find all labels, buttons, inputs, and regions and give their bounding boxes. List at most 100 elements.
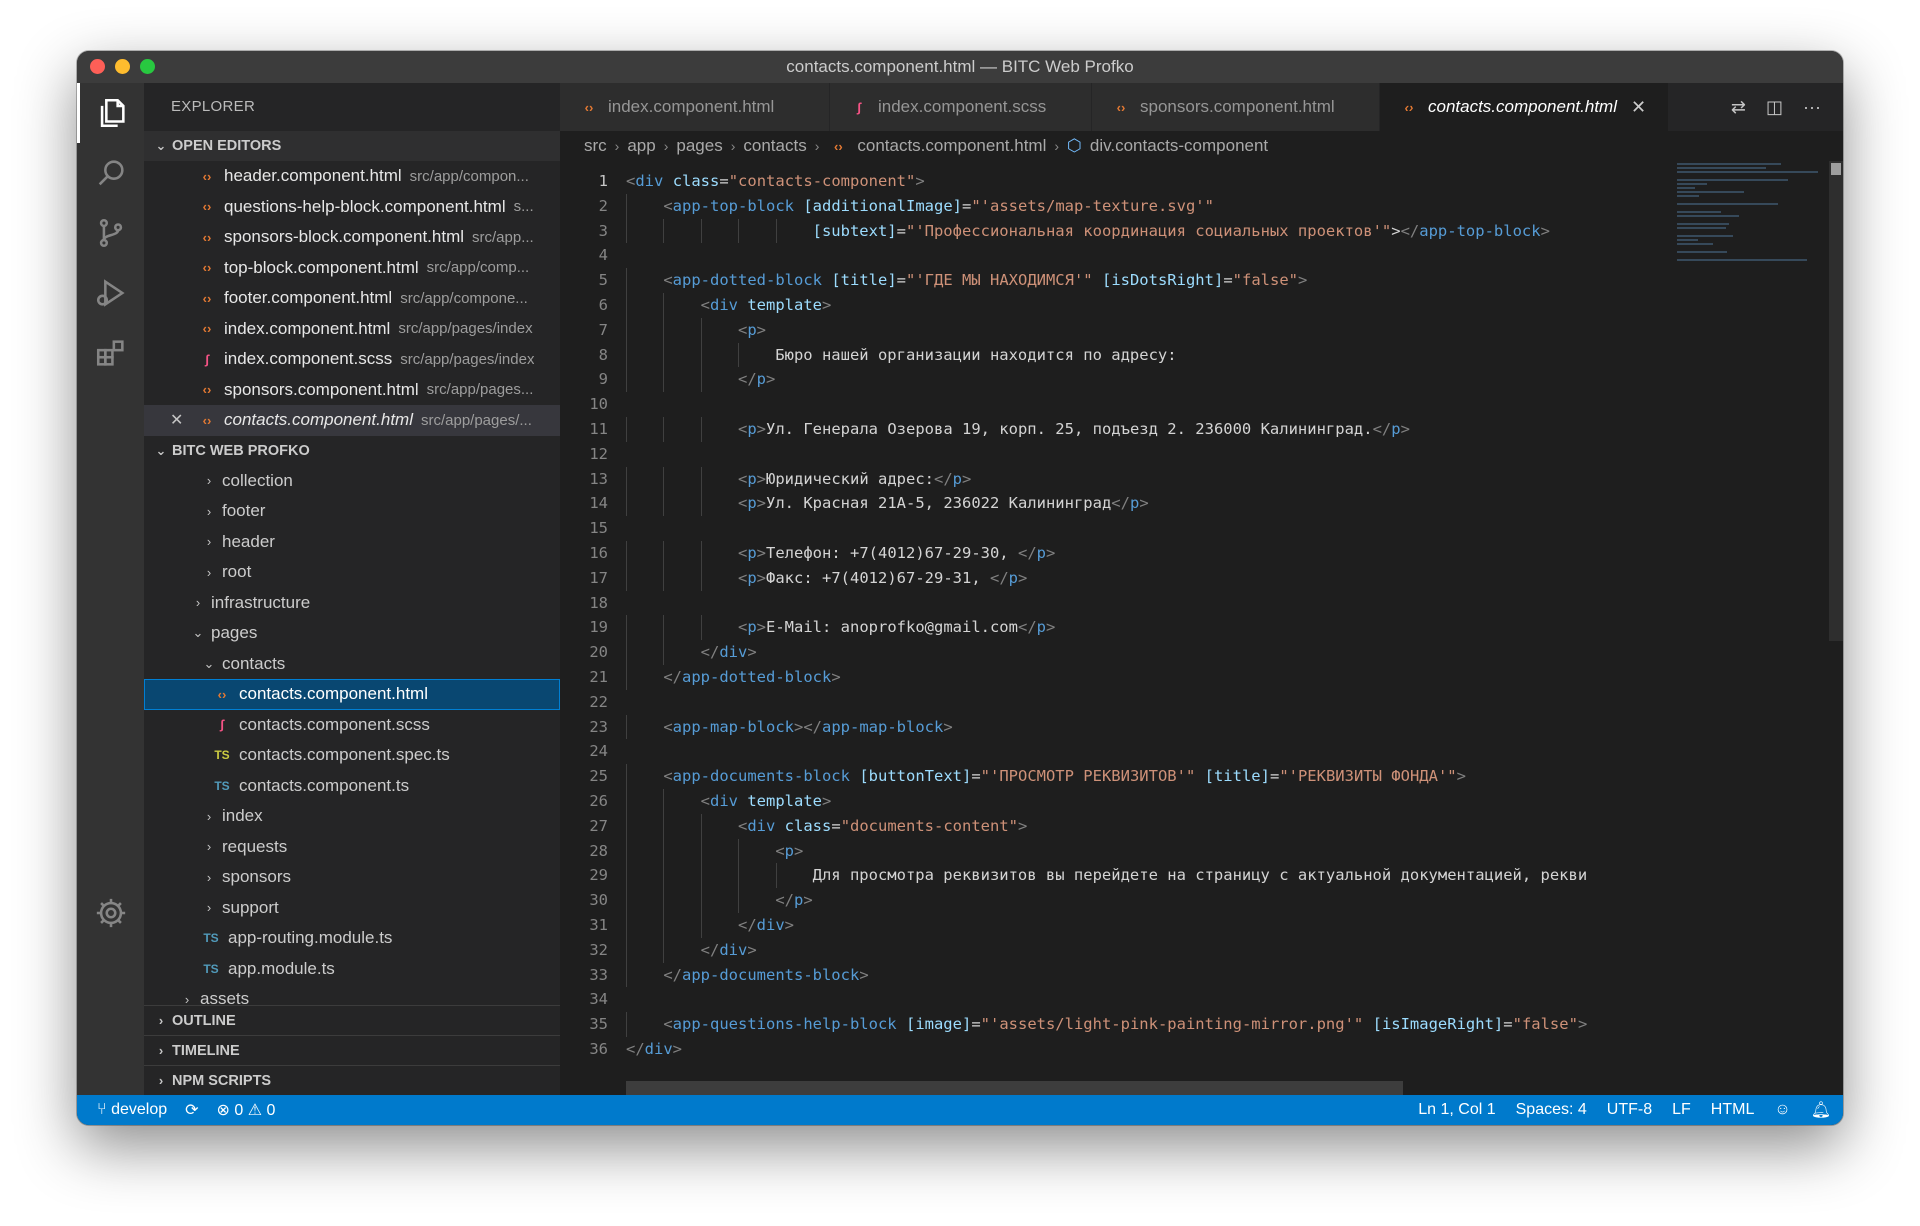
breadcrumb-item[interactable]: div.contacts-component xyxy=(1090,136,1268,156)
feedback-icon[interactable]: ☺ xyxy=(1774,1101,1790,1119)
code-line[interactable]: </div> xyxy=(626,1037,1673,1062)
code-line[interactable]: <div class="contacts-component"> xyxy=(626,169,1673,194)
close-icon[interactable]: ✕ xyxy=(170,410,183,430)
tree-file-contacts-ts[interactable]: TS contacts.component.ts xyxy=(144,771,560,802)
code-line[interactable]: <div class="documents-content"> xyxy=(626,813,1673,839)
close-tab-icon[interactable]: ✕ xyxy=(1631,97,1646,118)
tab-index-html[interactable]: ‹› index.component.html xyxy=(560,83,830,131)
cursor-position[interactable]: Ln 1, Col 1 xyxy=(1418,1101,1495,1119)
code-line[interactable] xyxy=(626,739,1673,764)
tree-folder-footer[interactable]: › footer xyxy=(144,496,560,527)
vertical-scrollbar[interactable] xyxy=(1829,161,1843,641)
code-line[interactable]: <p>E-Mail: anoprofko@gmail.com</p> xyxy=(626,615,1673,641)
branch-indicator[interactable]: ⑂ develop xyxy=(97,1101,167,1119)
code-line[interactable]: </div> xyxy=(626,937,1673,963)
encoding[interactable]: UTF-8 xyxy=(1607,1101,1652,1119)
breadcrumb-item[interactable]: src xyxy=(584,136,607,156)
breadcrumb-item[interactable]: contacts.component.html xyxy=(857,136,1046,156)
code-line[interactable]: </div> xyxy=(626,912,1673,938)
source-control-icon[interactable] xyxy=(77,203,144,263)
minimap[interactable] xyxy=(1677,161,1825,271)
problems-indicator[interactable]: ⊗ 0 ⚠ 0 xyxy=(217,1100,276,1120)
tree-file-app-module[interactable]: TS app.module.ts xyxy=(144,954,560,985)
breadcrumb-item[interactable]: contacts xyxy=(743,136,806,156)
horizontal-scrollbar[interactable] xyxy=(626,1081,1403,1095)
more-actions-icon[interactable]: ··· xyxy=(1803,97,1821,118)
open-editor-item[interactable]: ‹› footer.component.html src/app/compone… xyxy=(144,283,560,314)
timeline-section-header[interactable]: › TIMELINE xyxy=(144,1035,560,1065)
breadcrumb-item[interactable]: pages xyxy=(676,136,722,156)
project-folder-header[interactable]: ⌄ BITC WEB PROFKO xyxy=(144,436,560,466)
language-mode[interactable]: HTML xyxy=(1711,1101,1755,1119)
npm-scripts-section-header[interactable]: › NPM SCRIPTS xyxy=(144,1065,560,1095)
code-line[interactable] xyxy=(626,987,1673,1012)
gear-icon[interactable] xyxy=(77,883,144,943)
open-editor-item[interactable]: ‹› questions-help-block.component.html s… xyxy=(144,192,560,223)
open-editor-item[interactable]: ‹› sponsors-block.component.html src/app… xyxy=(144,222,560,253)
tree-file-contacts-html[interactable]: ‹› contacts.component.html xyxy=(144,679,560,710)
code-line[interactable]: <p>Телефон: +7(4012)67-29-30, </p> xyxy=(626,540,1673,566)
tree-folder-index[interactable]: › index xyxy=(144,801,560,832)
tree-folder-support[interactable]: › support xyxy=(144,893,560,924)
code-line[interactable]: <app-questions-help-block [image]="'asse… xyxy=(626,1012,1673,1037)
open-editor-item-active[interactable]: ✕ ‹› contacts.component.html src/app/pag… xyxy=(144,405,560,436)
tree-folder-requests[interactable]: › requests xyxy=(144,832,560,863)
minimize-window-button[interactable] xyxy=(115,59,130,74)
sync-icon[interactable]: ⟳ xyxy=(185,1100,198,1120)
code-line[interactable] xyxy=(626,591,1673,616)
end-of-line[interactable]: LF xyxy=(1672,1101,1691,1119)
outline-section-header[interactable]: › OUTLINE xyxy=(144,1005,560,1035)
tree-file-contacts-scss[interactable]: ʃ contacts.component.scss xyxy=(144,710,560,741)
code-line[interactable]: <div template> xyxy=(626,788,1673,814)
code-line[interactable]: <p> xyxy=(626,838,1673,864)
code-line[interactable]: </app-documents-block> xyxy=(626,962,1673,988)
code-line[interactable] xyxy=(626,392,1673,417)
code-line[interactable] xyxy=(626,516,1673,541)
tree-folder-collection[interactable]: › collection xyxy=(144,466,560,497)
tab-contacts-html[interactable]: ‹› contacts.component.html ✕ xyxy=(1380,83,1670,131)
code-line[interactable]: </p> xyxy=(626,888,1673,913)
indentation[interactable]: Spaces: 4 xyxy=(1516,1101,1587,1119)
code-line[interactable]: <div template> xyxy=(626,292,1673,318)
code-line[interactable]: </app-dotted-block> xyxy=(626,664,1673,690)
extensions-icon[interactable] xyxy=(77,323,144,383)
code-line[interactable]: </div> xyxy=(626,640,1673,665)
explorer-icon[interactable] xyxy=(77,83,144,143)
open-editor-item[interactable]: ‹› sponsors.component.html src/app/pages… xyxy=(144,375,560,406)
code-line[interactable]: <p>Юридический адрес:</p> xyxy=(626,466,1673,492)
code-line[interactable]: <p> xyxy=(626,317,1673,343)
open-editor-item[interactable]: ‹› header.component.html src/app/compon.… xyxy=(144,161,560,192)
code-line[interactable]: Бюро нашей организации находится по адре… xyxy=(626,342,1673,368)
code-line[interactable] xyxy=(626,690,1673,715)
code-line[interactable]: [subtext]="'Профессиональная координация… xyxy=(626,218,1673,244)
code-line[interactable]: <p>Ул. Генерала Озерова 19, корп. 25, по… xyxy=(626,416,1673,442)
tree-file-contacts-spec-ts[interactable]: TS contacts.component.spec.ts xyxy=(144,740,560,771)
breadcrumb-item[interactable]: app xyxy=(627,136,655,156)
code-line[interactable]: <p>Факс: +7(4012)67-29-31, </p> xyxy=(626,565,1673,591)
open-editor-item[interactable]: ‹› index.component.html src/app/pages/in… xyxy=(144,314,560,345)
notifications-bell-icon[interactable]: 🔔︎ xyxy=(1811,1100,1831,1120)
tab-sponsors-html[interactable]: ‹› sponsors.component.html xyxy=(1092,83,1380,131)
search-icon[interactable] xyxy=(77,143,144,203)
tree-folder-pages[interactable]: ⌄ pages xyxy=(144,618,560,649)
code-line[interactable]: Для просмотра реквизитов вы перейдете на… xyxy=(626,863,1673,889)
code-lines[interactable]: <div class="contacts-component"> <app-to… xyxy=(626,169,1673,1062)
close-window-button[interactable] xyxy=(90,59,105,74)
code-line[interactable] xyxy=(626,442,1673,467)
code-editor[interactable]: 1 2 3 4 5 6 7 8 9 10 11 12 13 14 15 16 17 18 19 20 21 22 23 24 2… xyxy=(560,161,1843,1095)
tree-folder-infrastructure[interactable]: › infrastructure xyxy=(144,588,560,619)
open-editor-item[interactable]: ʃ index.component.scss src/app/pages/ind… xyxy=(144,344,560,375)
code-line[interactable] xyxy=(626,243,1673,268)
tree-file-app-routing[interactable]: TS app-routing.module.ts xyxy=(144,923,560,954)
split-editor-icon[interactable]: ◫ xyxy=(1766,97,1783,118)
code-line[interactable]: <app-map-block></app-map-block> xyxy=(626,714,1673,740)
run-debug-icon[interactable] xyxy=(77,263,144,323)
code-line[interactable]: <app-documents-block [buttonText]="'ПРОС… xyxy=(626,764,1673,789)
open-editor-item[interactable]: ‹› top-block.component.html src/app/comp… xyxy=(144,253,560,284)
tree-folder-header[interactable]: › header xyxy=(144,527,560,558)
zoom-window-button[interactable] xyxy=(140,59,155,74)
code-line[interactable]: <app-top-block [additionalImage]="'asset… xyxy=(626,193,1673,219)
open-editors-header[interactable]: ⌄ OPEN EDITORS xyxy=(144,131,560,161)
code-line[interactable]: <p>Ул. Красная 21А-5, 236022 Калининград… xyxy=(626,491,1673,517)
open-changes-icon[interactable]: ⇄ xyxy=(1731,97,1746,118)
